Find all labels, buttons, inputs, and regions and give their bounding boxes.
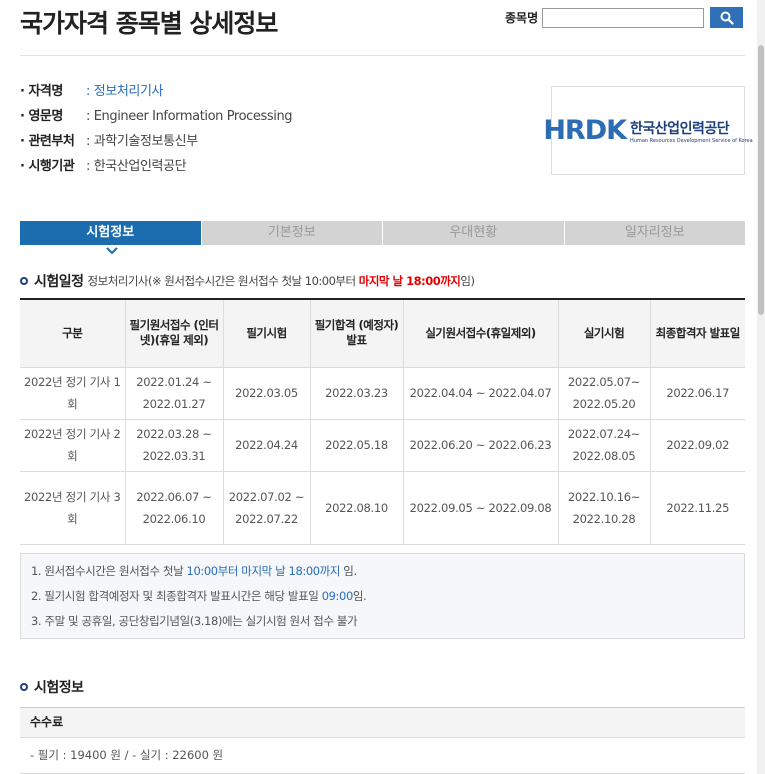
exam-info-title: 시험정보: [34, 680, 84, 696]
tab-preference[interactable]: 우대현황: [383, 221, 564, 245]
table-cell: 2022.03.23: [309, 366, 404, 420]
note-text: 임.: [340, 564, 357, 578]
info-value: : 과학기술정보통신부: [86, 134, 198, 149]
hrdk-logo-mark: HRDK: [543, 115, 627, 146]
note-item: 1. 원서접수시간은 원서접수 첫날 10:00부터 마지막 날 18:00까지…: [31, 561, 734, 586]
title-divider: [20, 55, 745, 56]
search-bar: 종목명: [505, 7, 744, 28]
table-cell: 2022년 정기 기사 3회: [20, 470, 126, 545]
column-header: 실기시험: [557, 298, 651, 368]
table-row: 2022년 정기 기사 3회 2022.06.07 ~ 2022.06.10 2…: [20, 470, 745, 545]
table-cell: 2022.04.04 ~ 2022.04.07: [402, 366, 559, 420]
table-cell: 2022.03.05: [222, 366, 311, 420]
chevron-down-icon: [106, 247, 118, 255]
table-row: 2022년 정기 기사 2회 2022.03.28 ~ 2022.03.31 2…: [20, 418, 745, 472]
schedule-note-end: 임): [460, 274, 475, 288]
column-header: 필기원서접수 (인터넷)(휴일 제외): [124, 298, 224, 368]
table-cell: 2022.11.25: [649, 470, 745, 545]
table-cell: 2022.06.20 ~ 2022.06.23: [402, 418, 559, 472]
search-icon: [720, 11, 734, 25]
note-highlight: 09:00: [321, 589, 354, 603]
note-text: 2. 필기시험 합격예정자 및 최종합격자 발표시간은 해당 발표일: [31, 589, 322, 603]
page-scrollbar[interactable]: [757, 0, 765, 774]
note-item: 3. 주말 및 공휴일, 공단창립기념일(3.18)에는 실기시험 원서 접수 …: [31, 611, 734, 636]
info-key: · 영문명: [20, 109, 63, 124]
tab-basic-info[interactable]: 기본정보: [201, 221, 382, 245]
info-row-ministry: · 관련부처 : 과학기술정보통신부: [20, 132, 292, 157]
table-cell: 2022.05.18: [309, 418, 404, 472]
table-cell: 2022.06.17: [649, 366, 745, 420]
table-cell: 2022.03.28 ~ 2022.03.31: [124, 418, 224, 472]
hrdk-logo-english: Human Resources Development Service of K…: [630, 137, 753, 144]
table-cell: 2022.08.10: [309, 470, 404, 545]
table-cell: 2022년 정기 기사 2회: [20, 418, 126, 472]
search-label: 종목명: [505, 11, 539, 25]
schedule-header: 시험일정 정보처리기사(※ 원서접수시간은 원서접수 첫날 10:00부터 마지…: [20, 271, 475, 291]
note-text: 임.: [352, 589, 367, 603]
tab-jobs[interactable]: 일자리정보: [564, 221, 745, 245]
table-header-row: 구분 필기원서접수 (인터넷)(휴일 제외) 필기시험 필기합격 (예정자)발표…: [20, 298, 745, 368]
table-cell: 2022.01.24 ~ 2022.01.27: [124, 366, 224, 420]
table-cell: 2022.04.24: [222, 418, 311, 472]
schedule-title: 시험일정: [34, 274, 84, 290]
fee-header: 수수료: [20, 707, 745, 738]
table-cell: 2022.07.02 ~ 2022.07.22: [222, 470, 311, 545]
bullet-circle-icon: [20, 277, 28, 285]
page-title: 국가자격 종목별 상세정보: [20, 9, 278, 38]
table-cell: 2022.09.05 ~ 2022.09.08: [402, 470, 559, 545]
schedule-note-highlight: 마지막 날 18:00까지: [358, 274, 461, 288]
info-key: · 관련부처: [20, 134, 75, 149]
search-button[interactable]: [710, 7, 744, 28]
info-row-english: · 영문명 : Engineer Information Processing: [20, 107, 293, 132]
exam-schedule-table: 구분 필기원서접수 (인터넷)(휴일 제외) 필기시험 필기합격 (예정자)발표…: [20, 298, 745, 545]
info-value: : Engineer Information Processing: [86, 109, 293, 124]
table-cell: 2022.10.16~ 2022.10.28: [557, 470, 651, 545]
column-header: 구분: [20, 298, 126, 368]
table-cell: 2022.05.07~ 2022.05.20: [557, 366, 651, 420]
info-row-name: · 자격명 : 정보처리기사: [20, 82, 292, 107]
table-cell: 2022.09.02: [649, 418, 745, 472]
schedule-note-text: 정보처리기사(※ 원서접수시간은 원서접수 첫날 10:00부터: [87, 274, 359, 288]
column-header: 최종합격자 발표일: [649, 298, 745, 368]
note-highlight: 10:00부터 마지막 날 18:00까지: [186, 564, 341, 578]
column-header: 실기원서접수(휴일제외): [402, 298, 559, 368]
schedule-note: 정보처리기사(※ 원서접수시간은 원서접수 첫날 10:00부터 마지막 날 1…: [88, 273, 475, 289]
table-cell: 2022년 정기 기사 1회: [20, 366, 126, 420]
search-input[interactable]: [542, 7, 705, 28]
schedule-notes-box: 1. 원서접수시간은 원서접수 첫날 10:00부터 마지막 날 18:00까지…: [20, 553, 745, 639]
tab-exam-info[interactable]: 시험정보: [20, 221, 201, 245]
hrdk-logo: HRDK 한국산업인력공단 Human Resources Developmen…: [543, 86, 753, 175]
qualification-info: · 자격명 : 정보처리기사 · 영문명 : Engineer Informatio…: [20, 82, 293, 182]
info-value: : 한국산업인력공단: [86, 159, 187, 174]
hrdk-logo-name: 한국산업인력공단: [630, 120, 730, 137]
scrollbar-thumb[interactable]: [758, 45, 764, 315]
table-cell: 2022.07.24~ 2022.08.05: [557, 418, 651, 472]
info-row-agency: · 시행기관 : 한국산업인력공단: [20, 157, 292, 182]
note-text: 3. 주말 및 공휴일, 공단창립기념일(3.18)에는 실기시험 원서 접수 …: [31, 614, 358, 628]
info-key: · 자격명: [20, 84, 63, 99]
qualification-name-link[interactable]: : 정보처리기사: [86, 82, 163, 107]
bullet-circle-icon: [20, 683, 28, 691]
fee-value: - 필기 : 19400 원 / - 실기 : 22600 원: [20, 738, 745, 774]
tab-bar: 시험정보 기본정보 우대현황 일자리정보: [20, 221, 745, 245]
table-cell: 2022.06.07 ~ 2022.06.10: [124, 470, 224, 545]
table-row: 2022년 정기 기사 1회 2022.01.24 ~ 2022.01.27 2…: [20, 366, 745, 420]
note-item: 2. 필기시험 합격예정자 및 최종합격자 발표시간은 해당 발표일 09:00…: [31, 586, 734, 611]
note-text: 1. 원서접수시간은 원서접수 첫날: [31, 564, 187, 578]
exam-info-header: 시험정보: [20, 677, 84, 697]
info-key: · 시행기관: [20, 159, 75, 174]
column-header: 필기시험: [222, 298, 311, 368]
column-header: 필기합격 (예정자)발표: [309, 298, 404, 368]
